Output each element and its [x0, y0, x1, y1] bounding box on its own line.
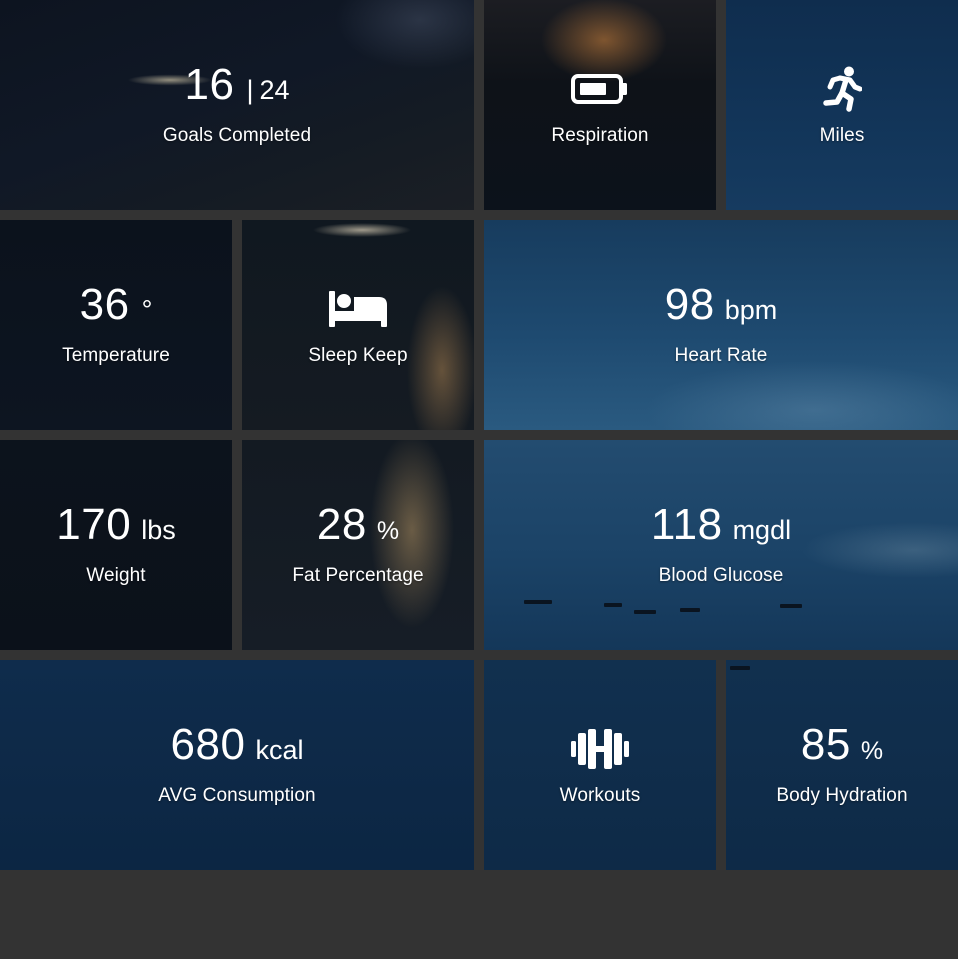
blood-glucose-value: 118: [650, 500, 723, 549]
avg-consumption-label: AVG Consumption: [158, 785, 316, 806]
dumbbell-icon: [570, 729, 629, 769]
sleep-keep-tile[interactable]: Sleep Keep: [242, 220, 474, 430]
ship-silhouette: [604, 603, 622, 607]
goals-total-value: 24: [259, 75, 290, 105]
fat-percentage-unit: %: [376, 517, 400, 545]
weight-tile[interactable]: 170 lbs Weight: [0, 440, 232, 650]
temperature-label: Temperature: [62, 345, 170, 366]
miles-label: Miles: [819, 125, 865, 146]
workouts-tile[interactable]: Workouts: [484, 660, 716, 870]
ship-silhouette: [730, 666, 750, 670]
ship-silhouette: [680, 608, 700, 612]
avg-consumption-value: 680: [170, 720, 246, 769]
blood-glucose-unit: mgdl: [732, 515, 792, 545]
weight-label: Weight: [86, 565, 146, 586]
body-hydration-tile[interactable]: 85 % Body Hydration: [726, 660, 958, 870]
goals-separator: |: [246, 75, 254, 105]
heart-rate-label: Heart Rate: [674, 345, 768, 366]
heart-rate-unit: bpm: [724, 295, 778, 325]
workouts-label: Workouts: [559, 785, 641, 806]
goals-completed-value: 16: [184, 60, 235, 109]
respiration-label: Respiration: [551, 125, 649, 146]
body-hydration-label: Body Hydration: [776, 785, 908, 806]
avg-consumption-tile[interactable]: 680 kcal AVG Consumption: [0, 660, 474, 870]
bed-icon: [329, 291, 387, 327]
body-hydration-value: 85: [800, 720, 851, 769]
ship-silhouette: [780, 604, 802, 608]
weight-unit: lbs: [141, 515, 176, 545]
battery-icon: [571, 74, 629, 104]
blood-glucose-tile[interactable]: 118 mgdl Blood Glucose: [484, 440, 958, 650]
miles-tile[interactable]: Miles: [726, 0, 958, 210]
heart-rate-value: 98: [664, 280, 715, 329]
running-icon: [822, 66, 862, 112]
heart-rate-tile[interactable]: 98 bpm Heart Rate: [484, 220, 958, 430]
fat-percentage-tile[interactable]: 28 % Fat Percentage: [242, 440, 474, 650]
temperature-unit: °: [141, 295, 153, 325]
avg-consumption-unit: kcal: [255, 735, 304, 765]
temperature-tile[interactable]: 36 ° Temperature: [0, 220, 232, 430]
body-hydration-unit: %: [860, 737, 884, 765]
blood-glucose-label: Blood Glucose: [658, 565, 784, 586]
goals-completed-label: Goals Completed: [162, 125, 312, 146]
sleep-keep-label: Sleep Keep: [308, 345, 408, 366]
respiration-tile[interactable]: Respiration: [484, 0, 716, 210]
goals-completed-tile[interactable]: 16 | 24 Goals Completed: [0, 0, 474, 210]
ship-silhouette: [524, 600, 552, 604]
fat-percentage-label: Fat Percentage: [292, 565, 424, 586]
ship-silhouette: [634, 610, 656, 614]
weight-value: 170: [56, 500, 132, 549]
temperature-value: 36: [79, 280, 130, 329]
fat-percentage-value: 28: [316, 500, 367, 549]
